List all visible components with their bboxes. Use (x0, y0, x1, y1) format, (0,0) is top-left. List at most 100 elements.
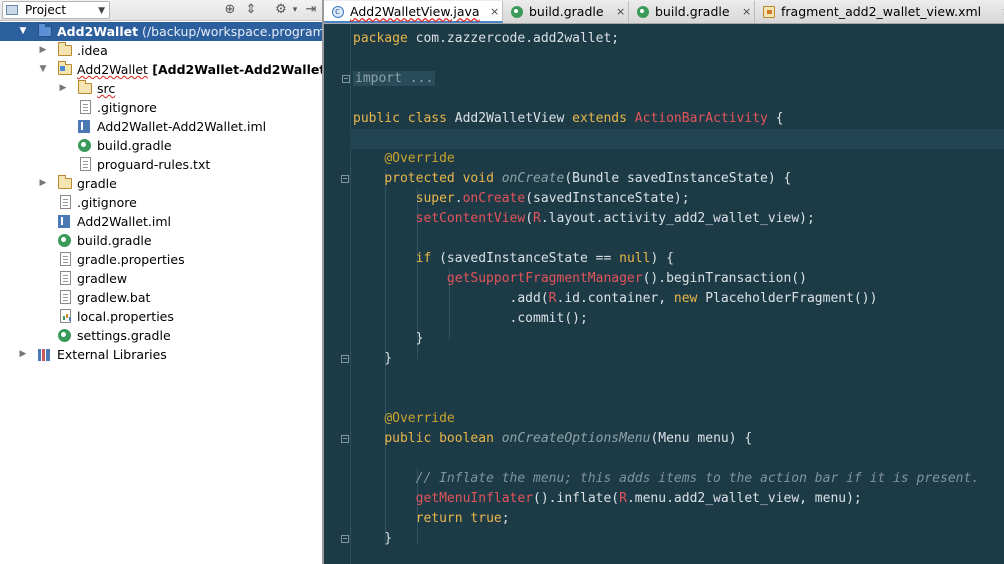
tree-item[interactable]: proguard-rules.txt (0, 155, 322, 174)
folder-icon (58, 175, 72, 189)
project-tool-window: Project ▼ ⊕ ⇕ ⚙ ▾ ⇥ ▼ Add2Wallet (/backup… (0, 0, 322, 564)
fold-marker-icon[interactable] (341, 175, 349, 183)
chevron-down-icon: ▼ (98, 6, 105, 16)
folded-imports[interactable]: import ... (353, 71, 436, 86)
gradle-icon (511, 6, 523, 18)
code-line: public class Add2WalletView extends Acti… (353, 111, 784, 126)
module-folder-icon (58, 61, 72, 75)
code-line: setContentView(R.layout.activity_add2_wa… (415, 211, 815, 226)
editor-gutter (324, 24, 351, 564)
iml-icon (58, 215, 70, 228)
code-line: package com.zazzercode.add2wallet; (353, 31, 620, 46)
tree-item[interactable]: local.properties (0, 307, 322, 326)
tree-item-label: build.gradle (97, 138, 172, 153)
file-icon (80, 157, 91, 171)
tree-item[interactable]: gradlew (0, 269, 322, 288)
tree-item-label: Add2Wallet-Add2Wallet.iml (97, 119, 267, 134)
editor-tab-label: Add2WalletView.java (350, 4, 480, 19)
close-tab-icon[interactable]: × (616, 1, 625, 23)
tree-item-label: Add2Wallet [Add2Wallet-Add2Wallet] (77, 62, 322, 77)
editor-tab[interactable]: fragment_add2_wallet_view.xml× (755, 1, 1004, 23)
collapse-arrow-icon[interactable]: ▶ (58, 79, 68, 98)
gradle-icon (78, 139, 91, 152)
fold-marker-icon[interactable] (341, 535, 349, 543)
collapse-arrow-icon[interactable]: ▶ (18, 345, 28, 364)
tree-item[interactable]: .gitignore (0, 193, 322, 212)
tree-item[interactable]: ▼ Add2Wallet (/backup/workspace.programmi… (0, 22, 322, 41)
code-line: getMenuInflater().inflate(R.menu.add2_wa… (415, 491, 862, 506)
tree-item[interactable]: .gitignore (0, 98, 322, 117)
fold-marker-icon[interactable] (341, 435, 349, 443)
tree-item[interactable]: ▼ Add2Wallet [Add2Wallet-Add2Wallet] (0, 60, 322, 79)
tree-item[interactable]: gradle.properties (0, 250, 322, 269)
tree-item-label: .idea (77, 43, 108, 58)
editor-tab[interactable]: build.gradle × (503, 1, 629, 23)
tree-item-label: gradlew (77, 271, 128, 286)
file-icon (60, 290, 71, 304)
editor-tab-label: build.gradle (655, 4, 730, 19)
code-line: protected void onCreate(Bundle savedInst… (384, 171, 792, 186)
tree-item-label: proguard-rules.txt (97, 157, 211, 172)
tree-item-label: build.gradle (77, 233, 152, 248)
import-fold-icon[interactable] (342, 75, 350, 83)
settings-dropdown-icon[interactable]: ▾ (287, 2, 303, 18)
expand-arrow-icon[interactable]: ▼ (38, 60, 48, 79)
caret-line-highlight (350, 129, 1004, 149)
tree-item[interactable]: ▶ .idea (0, 41, 322, 60)
code-line: import ... (353, 69, 436, 89)
tree-item[interactable]: ▶ External Libraries (0, 345, 322, 364)
gradle-icon (637, 6, 649, 18)
hide-panel-icon[interactable]: ⇥ (303, 2, 319, 18)
tree-item-label: External Libraries (57, 347, 167, 362)
properties-icon (60, 309, 71, 323)
code-line: .add(R.id.container, new PlaceholderFrag… (353, 291, 878, 306)
scroll-from-source-icon[interactable]: ⊕ (222, 2, 238, 18)
tree-item-label: gradle (77, 176, 117, 191)
fold-marker-icon[interactable] (341, 355, 349, 363)
code-line: .commit(); (353, 311, 588, 326)
libraries-icon (38, 349, 50, 361)
iml-icon (78, 120, 90, 133)
folder-icon (58, 42, 72, 56)
collapse-all-icon[interactable]: ⇕ (243, 2, 259, 18)
editor-tab[interactable]: Add2WalletView.java × (324, 1, 503, 23)
code-line: getSupportFragmentManager().beginTransac… (446, 271, 807, 286)
tree-item-label: .gitignore (97, 100, 157, 115)
tree-item-label: Add2Wallet (/backup/workspace.programmin… (57, 24, 322, 39)
code-line: if (savedInstanceState == null) { (415, 251, 674, 266)
tree-item[interactable]: Add2Wallet.iml (0, 212, 322, 231)
tree-item[interactable]: ▶ gradle (0, 174, 322, 193)
project-panel-header: Project ▼ ⊕ ⇕ ⚙ ▾ ⇥ (0, 0, 322, 21)
editor-tab[interactable]: build.gradle × (629, 1, 755, 23)
tree-item[interactable]: gradlew.bat (0, 288, 322, 307)
tree-item-label: settings.gradle (77, 328, 171, 343)
tree-item-label: gradle.properties (77, 252, 185, 267)
collapse-arrow-icon[interactable]: ▶ (38, 41, 48, 60)
folder-icon (78, 80, 92, 94)
expand-arrow-icon[interactable]: ▼ (18, 22, 28, 41)
gradle-icon (58, 329, 71, 342)
gradle-icon (58, 234, 71, 247)
code-line: public boolean onCreateOptionsMenu(Menu … (384, 431, 753, 446)
tree-item-label: Add2Wallet.iml (77, 214, 172, 229)
tree-item-label: src (97, 81, 116, 96)
file-icon (60, 271, 71, 285)
project-folder-icon (38, 23, 52, 37)
code-line: } (353, 331, 424, 346)
tree-item[interactable]: settings.gradle (0, 326, 322, 345)
project-view-dropdown[interactable]: Project ▼ (2, 1, 110, 19)
code-editor[interactable]: package com.zazzercode.add2wallet; import… (324, 24, 1004, 564)
file-icon (60, 195, 71, 209)
project-view-label: Project (25, 3, 67, 17)
tree-item[interactable]: Add2Wallet-Add2Wallet.iml (0, 117, 322, 136)
tree-item[interactable]: build.gradle (0, 231, 322, 250)
java-class-icon (332, 1, 344, 23)
project-icon (6, 5, 18, 15)
close-tab-icon[interactable]: × (742, 1, 751, 23)
collapse-arrow-icon[interactable]: ▶ (38, 174, 48, 193)
tree-item[interactable]: build.gradle (0, 136, 322, 155)
close-tab-icon[interactable]: × (490, 1, 499, 23)
tree-item-label: .gitignore (77, 195, 137, 210)
code-line: } (353, 351, 393, 366)
tree-item[interactable]: ▶ src (0, 79, 322, 98)
